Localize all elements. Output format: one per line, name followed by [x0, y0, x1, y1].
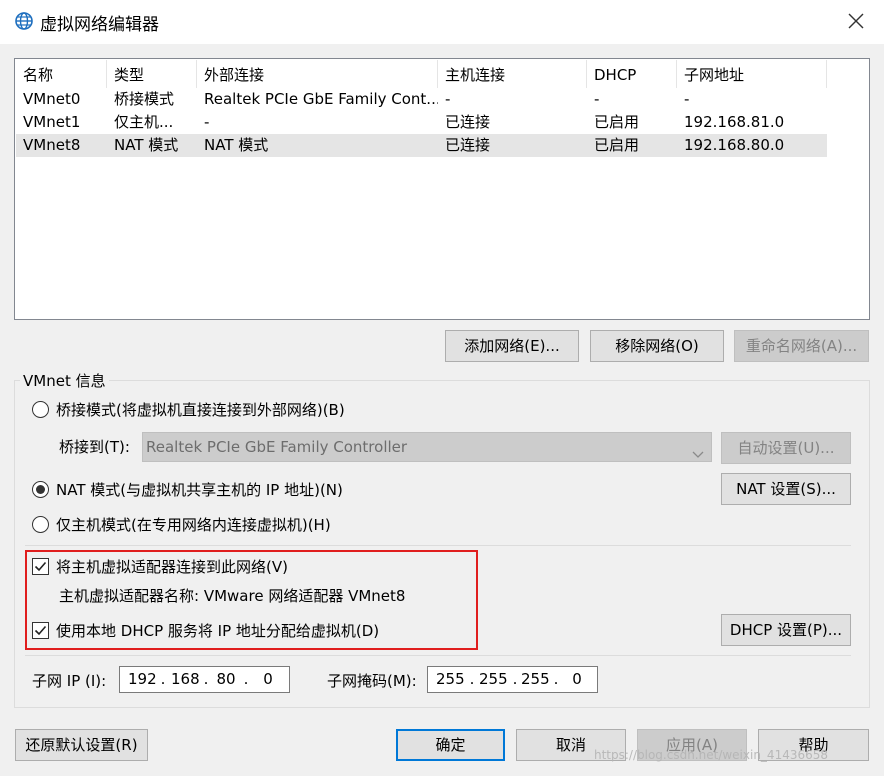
- column-header-type[interactable]: 类型: [107, 60, 197, 88]
- bridged-mode-label[interactable]: 桥接模式(将虚拟机直接连接到外部网络)(B): [56, 400, 345, 420]
- divider: [25, 655, 851, 656]
- column-header-dhcp[interactable]: DHCP: [587, 60, 677, 88]
- rename-network-button[interactable]: 重命名网络(A)...: [734, 330, 869, 362]
- cell-name: VMnet8: [23, 136, 81, 154]
- cell-host: -: [445, 90, 451, 108]
- auto-settings-button[interactable]: 自动设置(U)...: [721, 432, 851, 464]
- cell-type: 仅主机...: [114, 113, 174, 131]
- octet-separator: .: [243, 670, 249, 688]
- table-row[interactable]: VMnet1 仅主机... - 已连接 已启用 192.168.81.0: [16, 111, 827, 134]
- ip-octet[interactable]: 192: [128, 667, 157, 692]
- cell-dhcp: -: [594, 90, 600, 108]
- list-header: 名称 类型 外部连接 主机连接 DHCP 子网地址: [16, 60, 870, 88]
- adapter-name-label: 主机虚拟适配器名称: VMware 网络适配器 VMnet8: [59, 587, 406, 605]
- subnet-ip-label: 子网 IP (I):: [32, 672, 107, 690]
- column-header-subnet[interactable]: 子网地址: [677, 60, 827, 88]
- divider: [25, 545, 851, 546]
- octet-separator: .: [203, 670, 209, 688]
- checkmark-icon: [34, 561, 47, 572]
- restore-defaults-button[interactable]: 还原默认设置(R): [15, 729, 148, 761]
- connect-adapter-label[interactable]: 将主机虚拟适配器连接到此网络(V): [56, 557, 288, 577]
- octet-separator: .: [512, 670, 518, 688]
- column-header-host[interactable]: 主机连接: [438, 60, 587, 88]
- network-list[interactable]: 名称 类型 外部连接 主机连接 DHCP 子网地址 VMnet0 桥接模式 Re…: [14, 58, 870, 320]
- cell-subnet: -: [684, 90, 690, 108]
- bridge-to-select[interactable]: Realtek PCIe GbE Family Controller: [142, 432, 712, 462]
- remove-network-button[interactable]: 移除网络(O): [590, 330, 724, 362]
- host-only-mode-label[interactable]: 仅主机模式(在专用网络内连接虚拟机)(H): [56, 515, 331, 535]
- vmnet-info-group: [14, 380, 870, 708]
- octet-separator: .: [160, 670, 166, 688]
- checkmark-icon: [34, 625, 47, 636]
- mask-octet[interactable]: 255: [521, 667, 550, 692]
- column-header-external[interactable]: 外部连接: [197, 60, 438, 88]
- chevron-down-icon: [692, 441, 704, 458]
- subnet-ip-input[interactable]: 192 . 168 . 80 . 0: [119, 666, 290, 693]
- ip-octet[interactable]: 0: [254, 667, 282, 692]
- column-header-name[interactable]: 名称: [16, 60, 107, 88]
- globe-icon: [14, 11, 34, 31]
- host-only-mode-radio[interactable]: [32, 516, 49, 533]
- octet-separator: .: [469, 670, 475, 688]
- nat-mode-radio[interactable]: [32, 481, 49, 498]
- window-title: 虚拟网络编辑器: [40, 15, 159, 35]
- table-row[interactable]: VMnet0 桥接模式 Realtek PCIe GbE Family Cont…: [16, 88, 827, 111]
- table-row-selected[interactable]: VMnet8 NAT 模式 NAT 模式 已连接 已启用 192.168.80.…: [16, 134, 827, 157]
- watermark-text: https://blog.csdn.net/weixin_41436658: [594, 748, 829, 762]
- radio-selected-dot: [36, 485, 45, 494]
- ip-octet[interactable]: 80: [212, 667, 240, 692]
- cell-subnet: 192.168.81.0: [684, 113, 785, 131]
- mask-octet[interactable]: 255: [436, 667, 465, 692]
- cell-external: -: [204, 113, 210, 131]
- close-icon[interactable]: [846, 11, 866, 31]
- cell-host: 已连接: [445, 113, 491, 131]
- ok-button[interactable]: 确定: [396, 729, 505, 761]
- nat-settings-button[interactable]: NAT 设置(S)...: [721, 473, 851, 505]
- cell-external: NAT 模式: [204, 136, 269, 154]
- mask-octet[interactable]: 255: [479, 667, 508, 692]
- use-dhcp-label[interactable]: 使用本地 DHCP 服务将 IP 地址分配给虚拟机(D): [56, 621, 379, 641]
- connect-adapter-checkbox[interactable]: [32, 558, 49, 575]
- add-network-button[interactable]: 添加网络(E)...: [445, 330, 579, 362]
- bridged-mode-radio[interactable]: [32, 401, 49, 418]
- cell-host: 已连接: [445, 136, 491, 154]
- dhcp-settings-button[interactable]: DHCP 设置(P)...: [721, 614, 851, 646]
- cell-subnet: 192.168.80.0: [684, 136, 785, 154]
- cell-name: VMnet1: [23, 113, 81, 131]
- cell-external: Realtek PCIe GbE Family Cont...: [204, 90, 438, 108]
- nat-mode-label[interactable]: NAT 模式(与虚拟机共享主机的 IP 地址)(N): [56, 480, 343, 500]
- vmnet-info-title: VMnet 信息: [20, 371, 109, 391]
- mask-octet[interactable]: 0: [563, 667, 591, 692]
- subnet-mask-label: 子网掩码(M):: [327, 672, 417, 690]
- use-dhcp-checkbox[interactable]: [32, 622, 49, 639]
- cell-dhcp: 已启用: [594, 113, 640, 131]
- octet-separator: .: [553, 670, 559, 688]
- cell-dhcp: 已启用: [594, 136, 640, 154]
- subnet-mask-input[interactable]: 255 . 255 . 255 . 0: [427, 666, 598, 693]
- cell-type: 桥接模式: [114, 90, 175, 108]
- title-bar: 虚拟网络编辑器: [0, 0, 884, 44]
- cell-name: VMnet0: [23, 90, 81, 108]
- bridge-to-label: 桥接到(T):: [59, 438, 130, 456]
- bridge-to-value: Realtek PCIe GbE Family Controller: [146, 438, 408, 456]
- ip-octet[interactable]: 168: [171, 667, 200, 692]
- cell-type: NAT 模式: [114, 136, 179, 154]
